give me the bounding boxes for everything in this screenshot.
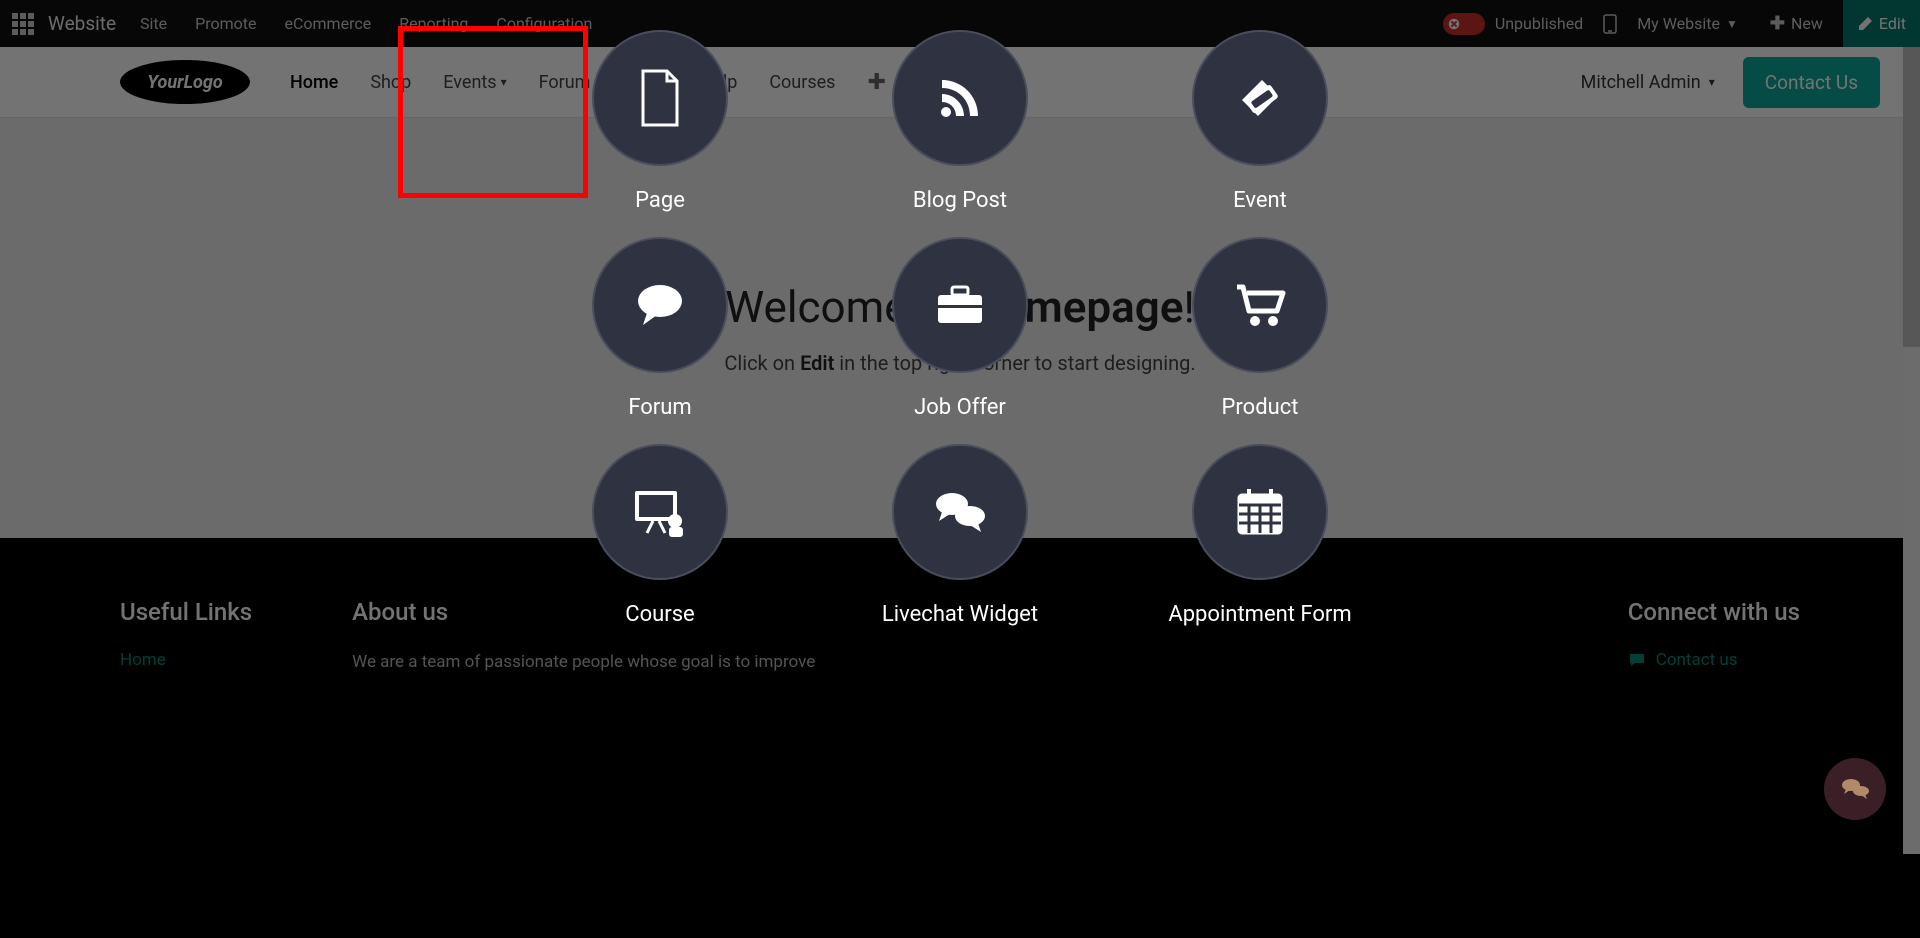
new-option-label: Blog Post: [913, 188, 1007, 213]
new-option-product[interactable]: Product: [1110, 237, 1410, 420]
new-option-job-offer[interactable]: Job Offer: [810, 237, 1110, 420]
livechat-bubble[interactable]: [1824, 758, 1886, 820]
new-option-label: Job Offer: [914, 395, 1006, 420]
new-option-livechat[interactable]: Livechat Widget: [810, 444, 1110, 627]
chats-icon: [892, 444, 1028, 580]
new-option-label: Forum: [628, 395, 691, 420]
ticket-icon: [1192, 30, 1328, 166]
new-option-blog-post[interactable]: Blog Post: [810, 30, 1110, 213]
new-option-label: Livechat Widget: [882, 602, 1038, 627]
new-content-overlay[interactable]: Page Blog Post Event Forum Job Offer: [0, 0, 1920, 854]
new-option-label: Course: [625, 602, 694, 627]
new-content-grid: Page Blog Post Event Forum Job Offer: [510, 30, 1410, 627]
calendar-icon: [1192, 444, 1328, 580]
comment-icon: [592, 237, 728, 373]
new-option-forum[interactable]: Forum: [510, 237, 810, 420]
file-icon: [592, 30, 728, 166]
presentation-icon: [592, 444, 728, 580]
briefcase-icon: [892, 237, 1028, 373]
rss-icon: [892, 30, 1028, 166]
new-option-event[interactable]: Event: [1110, 30, 1410, 213]
new-option-label: Event: [1233, 188, 1287, 213]
new-option-page[interactable]: Page: [510, 30, 810, 213]
new-option-appointment[interactable]: Appointment Form: [1110, 444, 1410, 627]
new-option-label: Appointment Form: [1168, 602, 1351, 627]
cart-icon: [1192, 237, 1328, 373]
new-option-label: Product: [1222, 395, 1299, 420]
new-option-course[interactable]: Course: [510, 444, 810, 627]
new-option-label: Page: [635, 188, 685, 213]
chat-icon: [1840, 776, 1870, 802]
